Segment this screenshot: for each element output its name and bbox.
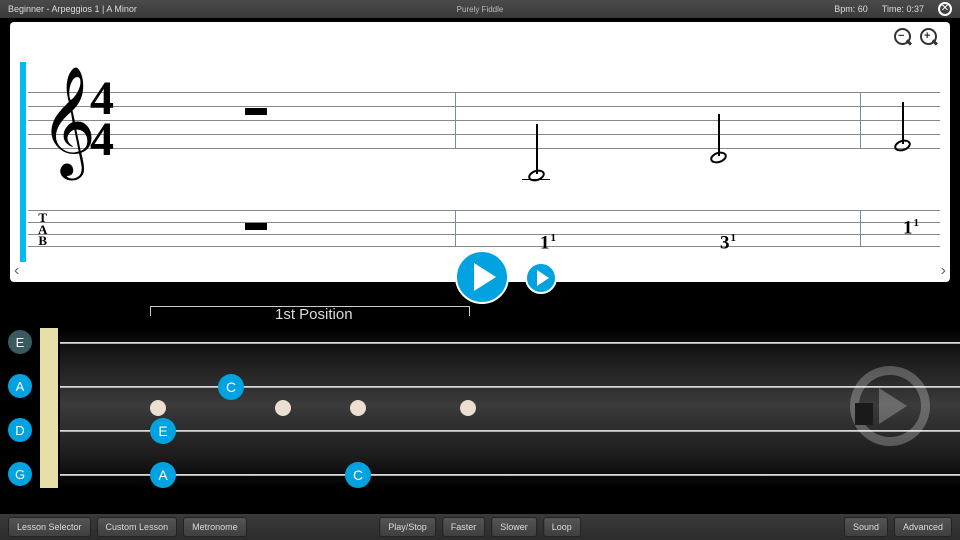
barline	[455, 210, 456, 246]
note-marker[interactable]: A	[150, 462, 176, 488]
whole-rest	[245, 108, 267, 115]
fret-marker-dot	[350, 400, 366, 416]
barline	[860, 92, 861, 148]
position-label: 1st Position	[275, 306, 353, 323]
play-button[interactable]	[455, 250, 509, 304]
fret-marker-dot	[275, 400, 291, 416]
sound-button[interactable]: Sound	[844, 517, 888, 537]
playhead-indicator	[20, 62, 26, 262]
note-marker[interactable]: E	[150, 418, 176, 444]
string-d	[60, 430, 960, 432]
string-label-d: D	[8, 418, 32, 442]
tab-rest	[245, 223, 267, 230]
time-label: Time: 0:37	[882, 4, 924, 14]
string-label-a: A	[8, 374, 32, 398]
fret-marker-dot	[150, 400, 166, 416]
string-e	[60, 342, 960, 344]
tab-number: 11	[540, 232, 556, 254]
play-half-button[interactable]	[525, 262, 557, 294]
fretboard[interactable]: C E A C	[60, 328, 960, 488]
fretboard-panel: 1st Position C E A C E A D G	[0, 300, 960, 512]
tab-number: 11	[903, 217, 919, 239]
string-label-g: G	[8, 462, 32, 486]
loop-button[interactable]: Loop	[543, 517, 581, 537]
advanced-button[interactable]: Advanced	[894, 517, 952, 537]
faster-button[interactable]: Faster	[442, 517, 486, 537]
tab-number: 31	[720, 232, 736, 254]
top-bar: Beginner - Arpeggios 1 | A Minor Purely …	[0, 0, 960, 18]
string-a	[60, 386, 960, 388]
tab-clef-label: T A B	[38, 212, 47, 247]
fret-marker-dot	[460, 400, 476, 416]
next-page-button[interactable]: ›	[941, 262, 946, 280]
note-marker[interactable]: C	[218, 374, 244, 400]
time-signature: 4 4	[90, 79, 114, 161]
custom-lesson-button[interactable]: Custom Lesson	[97, 517, 178, 537]
repeat-icon[interactable]	[850, 366, 930, 446]
lesson-title: Beginner - Arpeggios 1 | A Minor	[8, 4, 137, 14]
zoom-out-button[interactable]: −	[894, 28, 914, 48]
brand-label: Purely Fiddle	[457, 5, 504, 14]
barline	[455, 92, 456, 148]
barline	[860, 210, 861, 246]
lesson-selector-button[interactable]: Lesson Selector	[8, 517, 91, 537]
string-label-e: E	[8, 330, 32, 354]
prev-page-button[interactable]: ‹	[14, 262, 19, 280]
string-g	[60, 474, 960, 476]
close-button[interactable]: ✕	[938, 2, 952, 16]
bottom-bar: Lesson Selector Custom Lesson Metronome …	[0, 514, 960, 540]
metronome-button[interactable]: Metronome	[183, 517, 247, 537]
nut	[40, 328, 58, 488]
score-panel: − + 𝄞 4 4 T A B	[10, 22, 950, 282]
zoom-in-button[interactable]: +	[920, 28, 940, 48]
play-stop-button[interactable]: Play/Stop	[379, 517, 436, 537]
note-marker[interactable]: C	[345, 462, 371, 488]
treble-clef-icon: 𝄞	[40, 74, 96, 169]
bpm-label: Bpm: 60	[834, 4, 868, 14]
ledger-line	[522, 179, 550, 180]
slower-button[interactable]: Slower	[491, 517, 537, 537]
